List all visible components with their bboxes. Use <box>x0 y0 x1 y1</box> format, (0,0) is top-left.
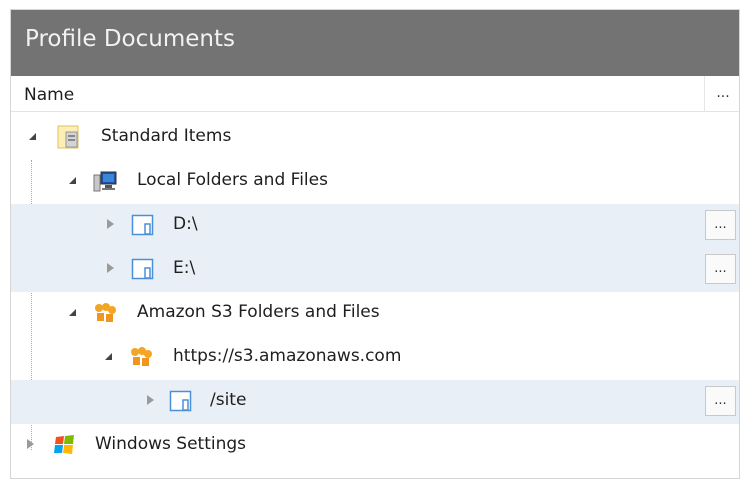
collapse-arrow-icon[interactable] <box>105 353 112 360</box>
collapse-arrow-icon[interactable] <box>29 133 36 140</box>
collapse-arrow-icon[interactable] <box>69 177 76 184</box>
site-folder-options-button[interactable]: ... <box>705 386 736 416</box>
tree-item-site-folder[interactable]: /site ... <box>11 380 739 424</box>
collapse-arrow-icon[interactable] <box>69 309 76 316</box>
tree-item-windows-settings[interactable]: Windows Settings <box>11 424 739 468</box>
expand-arrow-icon[interactable] <box>107 219 114 229</box>
folder-icon <box>131 258 154 280</box>
name-column-header[interactable]: Name <box>24 85 74 105</box>
e-drive-options-button[interactable]: ... <box>705 254 736 284</box>
folder-icon <box>169 390 192 412</box>
tree-item-d-drive[interactable]: D:\ ... <box>11 204 739 248</box>
tree-item-amazon-s3-folders-and-files[interactable]: Amazon S3 Folders and Files <box>11 292 739 336</box>
tree-item-label: D:\ <box>173 214 198 234</box>
tree-item-label: Standard Items <box>101 126 232 146</box>
column-header: Name ... <box>11 76 739 112</box>
panel-title-bar: Profile Documents <box>11 10 739 76</box>
column-options-button[interactable]: ... <box>706 76 739 112</box>
expand-arrow-icon[interactable] <box>27 439 34 449</box>
folder-icon <box>131 214 154 236</box>
amazon-s3-icon <box>95 303 116 322</box>
profile-documents-panel: Profile Documents Name ... Standard Item… <box>10 9 740 479</box>
tree-item-label: Amazon S3 Folders and Files <box>137 302 380 322</box>
standard-items-folder-icon <box>57 125 79 149</box>
computer-icon <box>93 171 117 192</box>
tree-item-label: Local Folders and Files <box>137 170 328 190</box>
d-drive-options-button[interactable]: ... <box>705 210 736 240</box>
tree-item-e-drive[interactable]: E:\ ... <box>11 248 739 292</box>
tree-item-standard-items[interactable]: Standard Items <box>11 116 739 160</box>
expand-arrow-icon[interactable] <box>107 263 114 273</box>
tree-item-s3-endpoint[interactable]: https://s3.amazonaws.com <box>11 336 739 380</box>
tree-item-label: Windows Settings <box>95 434 247 454</box>
column-divider <box>704 76 705 112</box>
tree-item-label: https://s3.amazonaws.com <box>173 346 402 366</box>
windows-logo-icon <box>54 435 74 454</box>
amazon-s3-icon <box>131 347 152 366</box>
tree-item-label: /site <box>210 390 247 410</box>
tree-item-label: E:\ <box>173 258 196 278</box>
tree-item-local-folders-and-files[interactable]: Local Folders and Files <box>11 160 739 204</box>
panel-title: Profile Documents <box>25 26 235 52</box>
expand-arrow-icon[interactable] <box>147 395 154 405</box>
